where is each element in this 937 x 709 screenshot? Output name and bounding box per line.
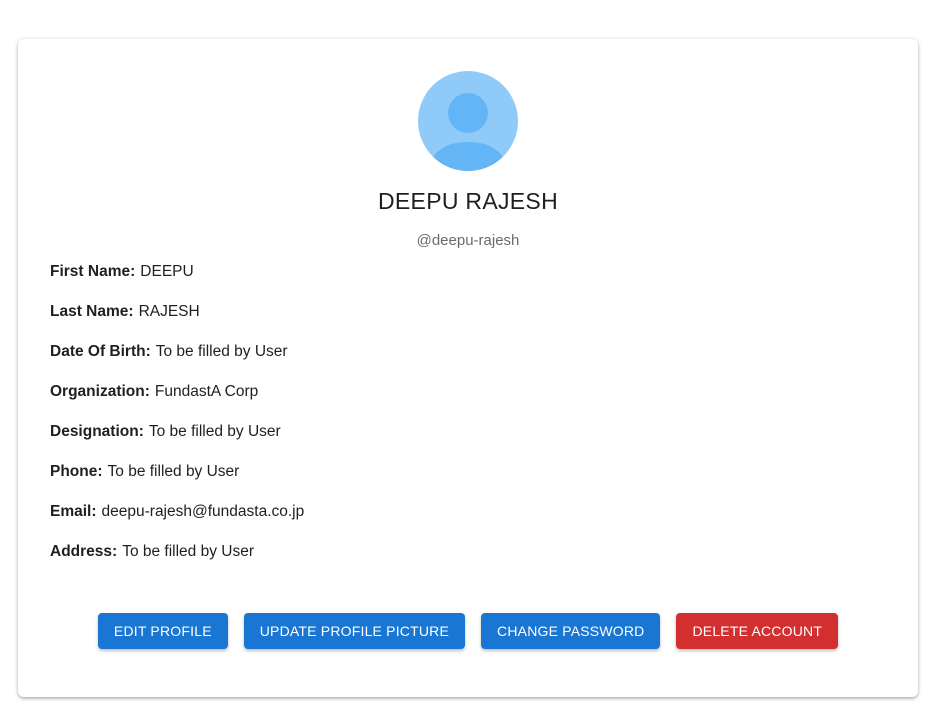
field-label: Last Name: [50,303,134,320]
change-password-button[interactable]: CHANGE PASSWORD [481,613,661,649]
field-value: FundastA Corp [154,383,259,400]
field-designation: Designation: To be filled by User [50,422,304,462]
field-value: To be filled by User [107,463,240,480]
profile-username: @deepu-rajesh [416,232,520,249]
field-address: Address: To be filled by User [50,542,304,582]
field-label: Date Of Birth: [50,343,151,360]
update-profile-picture-button[interactable]: UPDATE PROFILE PICTURE [243,613,466,649]
field-value: DEEPU [140,263,194,280]
field-label: Designation: [50,423,144,440]
profile-display-name: DEEPU RAJESH [378,188,558,214]
field-label: Email: [50,503,97,520]
field-value: To be filled by User [148,423,281,440]
field-phone: Phone: To be filled by User [50,462,304,502]
field-label: First Name: [50,263,136,280]
field-value: deepu-rajesh@fundasta.co.jp [101,503,305,520]
edit-profile-button[interactable]: EDIT PROFILE [97,613,228,649]
profile-card: DEEPU RAJESH @deepu-rajesh First Name: DE… [18,39,918,697]
user-avatar-icon [428,93,508,171]
field-value: RAJESH [138,303,200,320]
field-organization: Organization: FundastA Corp [50,382,304,422]
avatar [418,71,518,171]
profile-details: First Name: DEEPU Last Name: RAJESH Date O… [50,262,304,582]
field-value: To be filled by User [122,543,254,560]
field-last-name: Last Name: RAJESH [50,302,304,342]
delete-account-button[interactable]: DELETE ACCOUNT [676,613,839,649]
field-label: Address: [50,543,118,560]
field-label: Organization: [50,383,150,400]
field-value: To be filled by User [155,343,288,360]
field-email: Email: deepu-rajesh@fundasta.co.jp [50,502,304,542]
field-date-of-birth: Date Of Birth: To be filled by User [50,342,304,382]
field-label: Phone: [50,463,103,480]
field-first-name: First Name: DEEPU [50,262,304,302]
profile-actions: EDIT PROFILE UPDATE PROFILE PICTURE CHAN… [18,613,918,649]
